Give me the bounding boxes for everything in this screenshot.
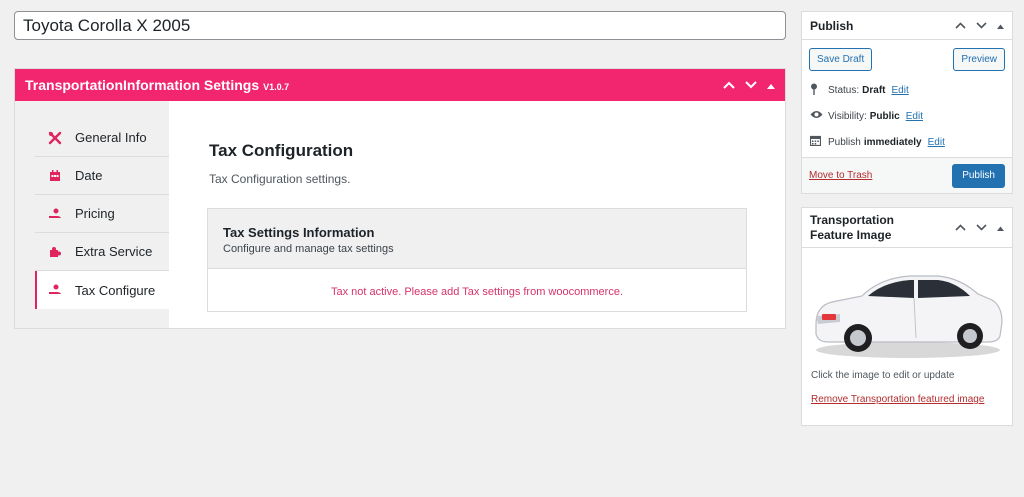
toggle-panel-icon[interactable] bbox=[997, 20, 1004, 32]
publish-time-value: immediately bbox=[863, 136, 922, 148]
tab-extra-service[interactable]: Extra Service bbox=[35, 233, 169, 271]
tab-label: General Info bbox=[75, 130, 147, 145]
eye-icon bbox=[810, 110, 828, 122]
featured-image-title: Transportation Feature Image bbox=[810, 212, 895, 242]
tax-box-title: Tax Settings Information bbox=[223, 225, 375, 240]
transport-settings-metabox: TransportationInformation Settings V1.0.… bbox=[14, 68, 786, 329]
save-draft-button[interactable]: Save Draft bbox=[809, 48, 873, 71]
featured-image-box: Transportation Feature Image Click the i… bbox=[801, 207, 1013, 426]
publish-time-label: Publish bbox=[828, 136, 861, 148]
status-row: Status: Draft Edit bbox=[810, 77, 1004, 103]
tab-general-info[interactable]: General Info bbox=[35, 119, 169, 157]
toggle-panel-icon[interactable] bbox=[767, 79, 775, 91]
edit-status-link[interactable]: Edit bbox=[891, 85, 908, 96]
featured-car-image[interactable] bbox=[810, 266, 1006, 362]
settings-tabs: General Info Date Pricing Extra Service bbox=[35, 119, 169, 309]
puzzle-icon bbox=[35, 246, 75, 258]
remove-featured-image-link[interactable]: Remove Transportation featured image bbox=[811, 394, 984, 405]
edit-visibility-link[interactable]: Edit bbox=[906, 111, 923, 122]
status-value: Draft bbox=[862, 84, 886, 96]
tab-label: Extra Service bbox=[75, 244, 153, 259]
publish-footer: Move to Trash Publish bbox=[802, 157, 1012, 193]
calendar-icon bbox=[35, 169, 75, 182]
status-label: Status: bbox=[828, 84, 860, 96]
publish-header: Publish bbox=[802, 12, 1012, 40]
visibility-row: Visibility: Public Edit bbox=[810, 103, 1004, 129]
post-title-input[interactable]: Toyota Corolla X 2005 bbox=[14, 11, 786, 40]
publish-time-row: Publish immediately Edit bbox=[809, 129, 1004, 155]
move-up-icon[interactable] bbox=[955, 20, 966, 32]
edit-publish-time-link[interactable]: Edit bbox=[928, 137, 945, 148]
tax-box-description: Configure and manage tax settings bbox=[223, 243, 394, 255]
calendar-icon bbox=[809, 135, 828, 149]
tax-config-panel: Tax Configuration Tax Configuration sett… bbox=[169, 101, 785, 328]
panel-title: Tax Configuration bbox=[209, 141, 354, 160]
tab-label: Pricing bbox=[75, 206, 115, 221]
move-down-icon[interactable] bbox=[745, 79, 757, 91]
tools-icon bbox=[35, 131, 75, 145]
metabox-version: V1.0.7 bbox=[263, 81, 290, 92]
publish-box: Publish Save Draft Preview Status: Draft… bbox=[801, 11, 1013, 194]
move-up-icon[interactable] bbox=[723, 79, 735, 91]
featured-image-header: Transportation Feature Image bbox=[802, 208, 1012, 248]
visibility-label: Visibility: bbox=[828, 110, 867, 122]
hand-coins-icon bbox=[35, 284, 75, 296]
preview-button[interactable]: Preview bbox=[953, 48, 1005, 71]
hand-coins-icon bbox=[35, 208, 75, 220]
tax-inactive-message: Tax not active. Please add Tax settings … bbox=[330, 286, 624, 298]
tax-box-header: Tax Settings Information Configure and m… bbox=[208, 209, 746, 269]
tab-label: Date bbox=[75, 168, 103, 183]
move-up-icon[interactable] bbox=[955, 222, 966, 234]
metabox-header: TransportationInformation Settings V1.0.… bbox=[15, 69, 785, 101]
tax-settings-box: Tax Settings Information Configure and m… bbox=[207, 208, 747, 312]
metabox-body: General Info Date Pricing Extra Service bbox=[15, 101, 785, 328]
panel-subtitle: Tax Configuration settings. bbox=[209, 172, 351, 186]
publish-button[interactable]: Publish bbox=[952, 163, 1005, 188]
tab-date[interactable]: Date bbox=[35, 157, 169, 195]
tab-label: Tax Configure bbox=[75, 282, 156, 298]
move-down-icon[interactable] bbox=[976, 222, 987, 234]
visibility-value: Public bbox=[869, 110, 900, 122]
featured-image-hint: Click the image to edit or update bbox=[811, 370, 955, 381]
publish-title: Publish bbox=[810, 18, 854, 33]
tab-tax-configure[interactable]: Tax Configure bbox=[35, 271, 169, 309]
metabox-title: TransportationInformation Settings bbox=[25, 77, 260, 93]
move-to-trash-link[interactable]: Move to Trash bbox=[809, 170, 872, 181]
move-down-icon[interactable] bbox=[976, 20, 987, 32]
toggle-panel-icon[interactable] bbox=[997, 222, 1004, 234]
tab-pricing[interactable]: Pricing bbox=[35, 195, 169, 233]
pin-icon bbox=[810, 83, 828, 98]
